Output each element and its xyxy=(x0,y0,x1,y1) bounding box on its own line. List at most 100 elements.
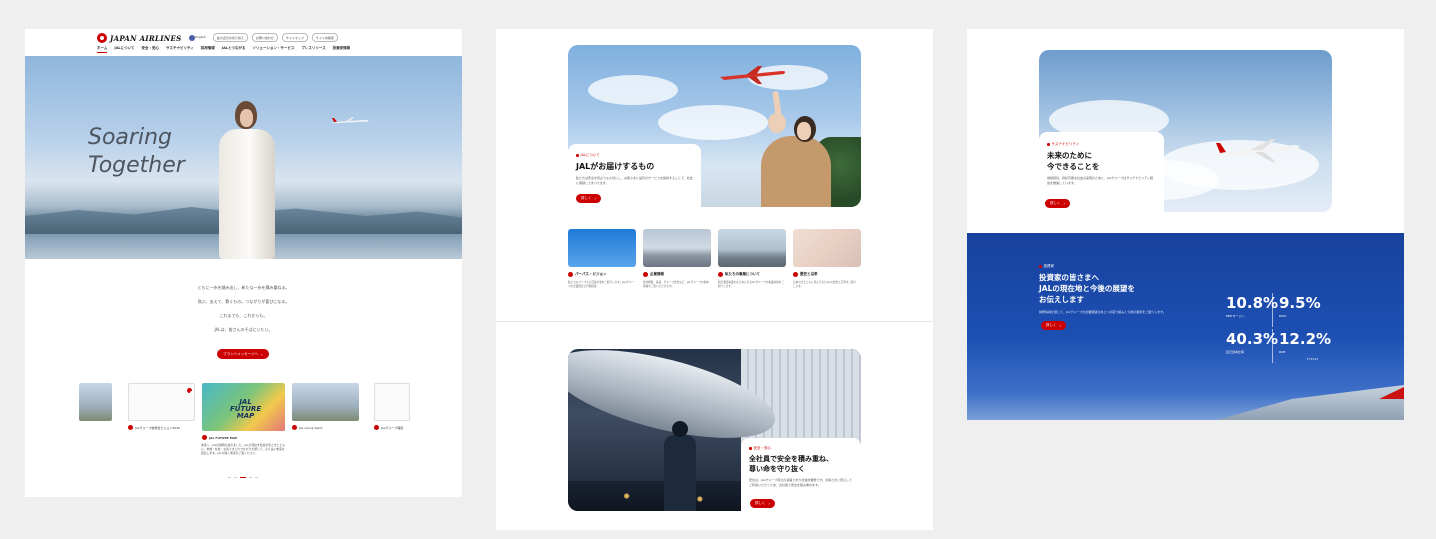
site-header: JAPAN AIRLINES English 拡大表示の切り替え お問い合わせ … xyxy=(25,29,462,56)
stat-divider xyxy=(1272,293,1273,327)
homepage-preview: JAPAN AIRLINES English 拡大表示の切り替え お問い合わせ … xyxy=(25,29,462,497)
safety-body: 安全は、JALグループ存立の基盤であり社会的責務です。お客さまに安心してご利用い… xyxy=(749,478,852,487)
nav-careers[interactable]: 採用情報 xyxy=(201,46,215,53)
nav-connect[interactable]: JALとつながる xyxy=(222,46,246,53)
tile-purpose-label[interactable]: パーパス・ビジョン xyxy=(568,272,606,277)
arrow-circle-icon xyxy=(128,425,133,430)
fiscal-note: FY2023 xyxy=(1307,357,1319,361)
mechanic-photo xyxy=(660,421,700,511)
stat-divider xyxy=(1272,329,1273,363)
about-tag: JALについて xyxy=(576,153,693,158)
about-body: 私たちは安全を何よりも大切にし、お客さまに最高のサービスを提供することで、社会に… xyxy=(576,176,693,185)
about-more-button[interactable]: 詳しく › xyxy=(576,194,601,203)
airplane-icon xyxy=(332,117,369,123)
arrow-circle-icon xyxy=(292,425,297,430)
section-divider xyxy=(496,321,933,322)
nav-about[interactable]: JALについて xyxy=(114,46,134,53)
zoom-toggle[interactable]: 拡大表示の切り替え xyxy=(212,33,248,42)
hero-title-line1: Soaring xyxy=(88,125,172,150)
arrow-circle-icon xyxy=(374,425,379,430)
arrow-right-icon: › xyxy=(594,196,597,201)
investor-text: 投資家 投資家の皆さまへ JALの現在地と今後の展望を お伝えします 財務情報を… xyxy=(1039,264,1219,314)
sustainability-body: 地球環境、持続可能な社会の実現のために、JALグループはサステナビリティ経営を推… xyxy=(1047,176,1154,185)
carousel-caption-active[interactable]: JAL FUTURE MAP xyxy=(202,435,237,440)
nav-investors[interactable]: 投資家情報 xyxy=(333,46,351,53)
toy-airplane-icon xyxy=(720,66,786,84)
mother-child-photo xyxy=(756,90,836,207)
carousel-thumb-philosophy[interactable] xyxy=(374,383,410,421)
crane-icon xyxy=(97,33,107,43)
investor-section xyxy=(967,233,1404,420)
airplane-icon xyxy=(1216,139,1300,162)
sustainability-investor-preview: サステナビリティ 未来のために 今できることを 地球環境、持続可能な社会の実現の… xyxy=(967,29,1404,420)
investor-body: 財務情報を通じて、JALグループの企業価値の向上への取り組みと今後の展望をご紹介… xyxy=(1039,310,1166,314)
stat-roe: 12.2% ROE xyxy=(1279,330,1332,354)
site-search[interactable]: サイト内検索 xyxy=(311,33,338,42)
carousel-caption[interactable]: JALグループ理念 xyxy=(374,425,403,430)
crane-icon xyxy=(187,388,194,395)
tile-history-image[interactable] xyxy=(793,229,861,267)
investor-more-button[interactable]: 詳しく › xyxy=(1041,321,1066,330)
carousel-thumb-vision[interactable] xyxy=(128,383,195,421)
utility-links: English 拡大表示の切り替え お問い合わせ サイトマップ サイト内検索 xyxy=(192,33,338,42)
tile-history-desc: 日本の空とともに歩んできたJALの歴史と沿革をご紹介します。 xyxy=(793,281,857,288)
investor-title: 投資家の皆さまへ JALの現在地と今後の展望を お伝えします xyxy=(1039,273,1135,304)
safety-title: 全社員で安全を積み重ね、 尊い命を守り抜く xyxy=(749,455,833,473)
carousel-thumb-edge[interactable] xyxy=(79,383,112,421)
nav-press[interactable]: プレスリリース xyxy=(301,46,325,53)
arrow-circle-icon xyxy=(568,272,573,277)
tile-purpose-image[interactable] xyxy=(568,229,636,267)
carousel-caption[interactable]: JALグループ新統合ビジョン2030 xyxy=(128,425,180,430)
sitemap-link[interactable]: サイトマップ xyxy=(281,33,308,42)
brand-copy-line: これまでも、これからも。 xyxy=(219,313,268,318)
tile-company-image[interactable] xyxy=(643,229,711,267)
hero-title: Soaring Together xyxy=(88,124,185,180)
nav-sustainability[interactable]: サステナビリティ xyxy=(166,46,194,53)
stat-ebit-margin: 10.8% EBITマージン xyxy=(1226,294,1279,318)
stat-roic: 9.5% ROIC xyxy=(1279,294,1321,318)
tile-business-image[interactable] xyxy=(718,229,786,267)
stat-equity-ratio: 40.3% 自己資本比率 xyxy=(1226,330,1279,354)
brand-copy-line: JALは、皆さんのそばにいたい。 xyxy=(214,327,273,332)
carousel-caption[interactable]: JAL Group Spirit xyxy=(292,425,322,430)
arrow-right-icon: › xyxy=(1059,323,1062,328)
nav-safety[interactable]: 安全・安心 xyxy=(142,46,160,53)
brand-message-label: ブランドメッセージへ xyxy=(223,351,259,356)
about-preview: JALについて JALがお届けするもの 私たちは安全を何よりも大切にし、お客さま… xyxy=(496,29,933,530)
hero-person xyxy=(213,101,281,259)
tile-history-label[interactable]: 歴史と沿革 xyxy=(793,272,818,277)
tile-company-label[interactable]: 企業情報 xyxy=(643,272,664,277)
contact-link[interactable]: お問い合わせ xyxy=(251,33,278,42)
nav-solutions[interactable]: ソリューション・サービス xyxy=(252,46,294,53)
arrow-circle-icon xyxy=(793,272,798,277)
arrow-circle-icon xyxy=(643,272,648,277)
sustainability-title: 未来のために 今できることを xyxy=(1047,151,1100,171)
tile-business-desc: 航空運送事業をはじめとするJALグループの事業内容をご紹介します。 xyxy=(718,281,784,288)
sustainability-more-button[interactable]: 詳しく › xyxy=(1045,199,1070,208)
arrow-right-icon: › xyxy=(1063,201,1066,206)
language-link[interactable]: English xyxy=(192,33,209,42)
safety-tag: 安全・安心 xyxy=(749,446,853,451)
safety-more-button[interactable]: 詳しく › xyxy=(750,499,775,508)
arrow-right-icon: › xyxy=(768,501,771,506)
tile-company-desc: 会社概要、役員、グループ会社など、JALグループの基本情報をご覧いただけます。 xyxy=(643,281,709,288)
brand-message-button[interactable]: ブランドメッセージへ › xyxy=(217,349,269,359)
carousel-pager[interactable] xyxy=(228,477,258,478)
hero-title-line2: Together xyxy=(88,153,185,178)
tile-purpose-desc: 私たちのパーパスと目指す姿をご紹介します。JALグループの企業理念と行動指針。 xyxy=(568,281,634,288)
jal-logo[interactable]: JAPAN AIRLINES xyxy=(97,33,196,43)
arrow-circle-icon xyxy=(718,272,723,277)
global-nav: ホーム JALについて 安全・安心 サステナビリティ 採用情報 JALとつながる… xyxy=(97,46,350,53)
arrow-right-icon: › xyxy=(261,351,263,357)
hero-image: Soaring Together xyxy=(25,56,462,259)
brand-copy-line: 飛ぶ、支えて、繋ぐもの。つながりが喜びになる。 xyxy=(197,299,290,304)
nav-home[interactable]: ホーム xyxy=(97,46,108,53)
featured-description: 未来へ、JALの挑戦を描きました。JALが目指す社会を皆さまとともに。地域・社会… xyxy=(201,443,286,456)
carousel-thumb-spirit[interactable] xyxy=(292,383,359,421)
carousel-thumb-future-map[interactable]: JAL FUTURE MAP xyxy=(202,383,285,431)
future-map-logo: JAL FUTURE MAP xyxy=(230,398,262,420)
sustainability-tag: サステナビリティ xyxy=(1047,142,1156,147)
tile-business-label[interactable]: 私たちの事業について xyxy=(718,272,760,277)
about-title: JALがお届けするもの xyxy=(576,162,655,171)
brand-copy-line: ともに一歩を踏み出し、新たな一歩を積み重ねる。 xyxy=(197,285,290,290)
